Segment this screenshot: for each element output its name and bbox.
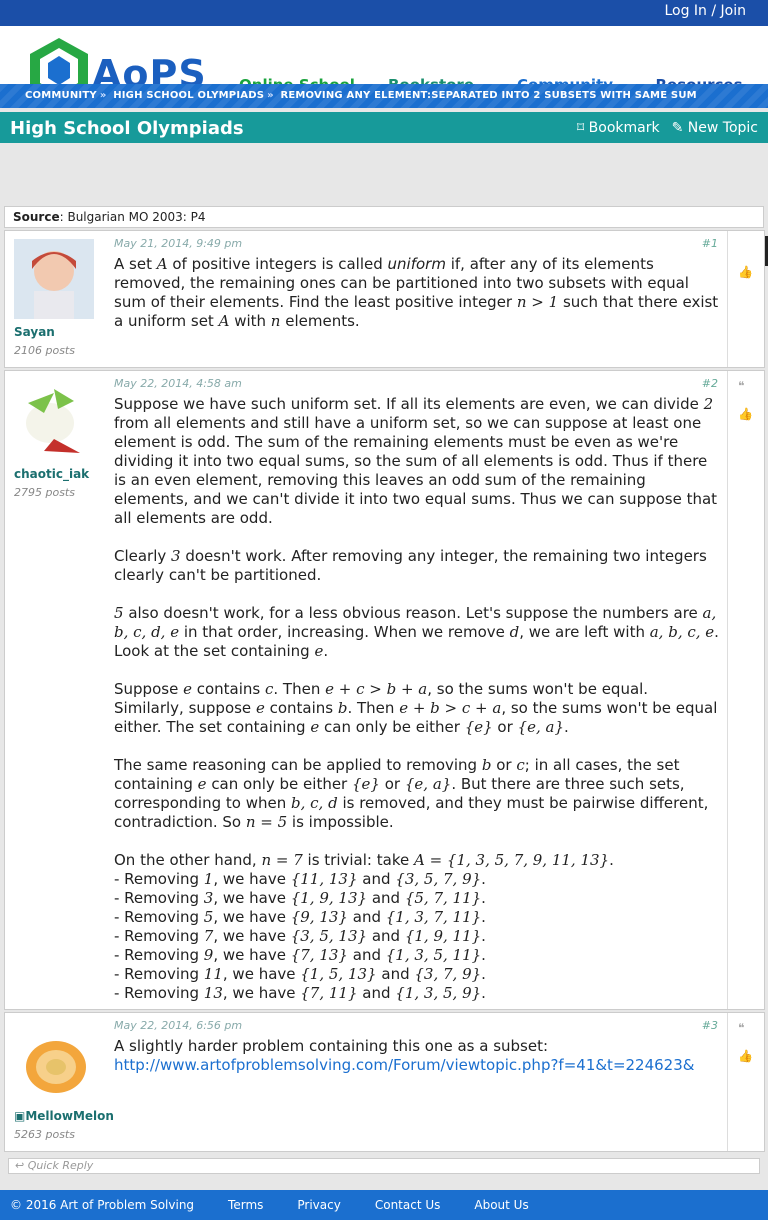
username[interactable]: ▣MellowMelon — [14, 1109, 114, 1123]
avatar[interactable] — [14, 1021, 94, 1101]
like-icon[interactable]: 👍 — [738, 265, 753, 279]
post-number[interactable]: #2 — [702, 377, 718, 390]
post-body: A slightly harder problem containing thi… — [114, 1037, 695, 1074]
breadcrumb: COMMUNITY» HIGH SCHOOL OLYMPIADS» REMOVI… — [25, 90, 697, 101]
top-bar: Log In / Join — [0, 0, 768, 26]
source-label: Source — [13, 210, 60, 224]
forum-title[interactable]: High School Olympiads — [10, 118, 244, 139]
breadcrumb-forum[interactable]: HIGH SCHOOL OLYMPIADS — [113, 90, 264, 101]
edit-icon: ✎ — [671, 120, 684, 136]
topic-source: Source: Bulgarian MO 2003: P4 — [4, 206, 764, 228]
login-link[interactable]: Log In / Join — [664, 3, 746, 19]
post-date: May 22, 2014, 4:58 am — [114, 377, 242, 390]
quote-icon[interactable]: ❝ — [738, 1021, 744, 1035]
footer-terms-link[interactable]: Terms — [228, 1198, 263, 1212]
avatar[interactable] — [14, 379, 94, 459]
post-1: Sayan 2106 posts May 21, 2014, 9:49 pm #… — [4, 230, 765, 368]
bookmark-icon: ⌑ — [577, 120, 585, 136]
breadcrumb-topic[interactable]: REMOVING ANY ELEMENT:SEPARATED INTO 2 SU… — [280, 90, 696, 101]
post-3: ▣MellowMelon 5263 posts May 22, 2014, 6:… — [4, 1012, 765, 1152]
copyright: © 2016 Art of Problem Solving — [10, 1198, 195, 1212]
post-body: A set A of positive integers is called u… — [114, 255, 719, 330]
footer-contact-link[interactable]: Contact Us — [375, 1198, 441, 1212]
post-number[interactable]: #3 — [702, 1019, 718, 1032]
breadcrumb-bar: COMMUNITY» HIGH SCHOOL OLYMPIADS» REMOVI… — [0, 84, 768, 108]
quick-reply-button[interactable]: ↩ Quick Reply — [8, 1158, 760, 1174]
quote-icon[interactable]: ❝ — [738, 379, 744, 393]
post-count: 2106 posts — [14, 344, 75, 357]
username[interactable]: Sayan — [14, 325, 55, 339]
post-2: chaotic_iak 2795 posts May 22, 2014, 4:5… — [4, 370, 765, 1010]
footer-about-link[interactable]: About Us — [474, 1198, 528, 1212]
forum-header: High School Olympiads ⌑ Bookmark ✎ New T… — [0, 112, 768, 143]
like-icon[interactable]: 👍 — [738, 407, 753, 421]
avatar[interactable] — [14, 239, 94, 319]
post-number[interactable]: #1 — [702, 237, 718, 250]
like-icon[interactable]: 👍 — [738, 1049, 753, 1063]
post-count: 5263 posts — [14, 1128, 75, 1141]
post-date: May 21, 2014, 9:49 pm — [114, 237, 243, 250]
username[interactable]: chaotic_iak — [14, 467, 89, 481]
reply-icon: ↩ — [15, 1159, 25, 1172]
site-header: AoPS Online School Bookstore Community R… — [0, 26, 768, 106]
post-count: 2795 posts — [14, 486, 75, 499]
moderator-icon: ▣ — [14, 1109, 26, 1123]
bookmark-button[interactable]: ⌑ Bookmark — [577, 120, 660, 136]
post-link[interactable]: http://www.artofproblemsolving.com/Forum… — [114, 1056, 694, 1074]
new-topic-button[interactable]: ✎ New Topic — [672, 120, 758, 136]
footer-privacy-link[interactable]: Privacy — [297, 1198, 340, 1212]
post-date: May 22, 2014, 6:56 pm — [114, 1019, 243, 1032]
post-body: Suppose we have such uniform set. If all… — [114, 395, 719, 1002]
source-value: : Bulgarian MO 2003: P4 — [59, 210, 206, 224]
footer: © 2016 Art of Problem Solving Terms Priv… — [0, 1190, 768, 1220]
breadcrumb-community[interactable]: COMMUNITY — [25, 90, 97, 101]
